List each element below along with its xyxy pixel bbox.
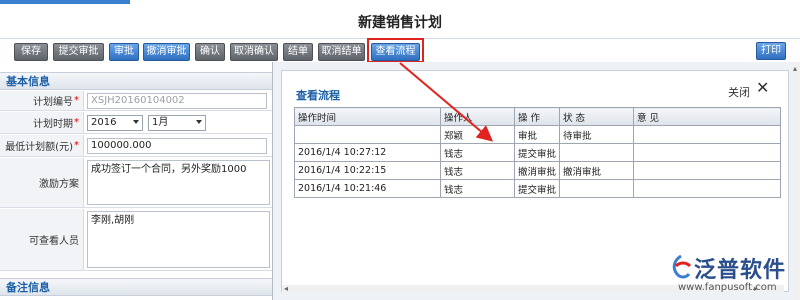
print-button[interactable]: 打印 xyxy=(756,42,786,60)
close-icon[interactable]: ✕ xyxy=(756,80,769,96)
cell-action: 提交审批 xyxy=(513,179,561,198)
col-header-status: 状 态 xyxy=(559,107,635,126)
submit-approval-button[interactable]: 提交审批 xyxy=(53,43,104,61)
chevron-down-icon xyxy=(133,120,139,124)
page-title: 新建销售计划 xyxy=(358,15,442,31)
cell-time: 2016/1/4 10:22:15 xyxy=(294,161,441,180)
logo-name: 泛普软件 xyxy=(694,258,787,283)
modal-title: 查看流程 xyxy=(296,89,340,102)
plan-number-label: 计划编号 * xyxy=(0,91,84,110)
chevron-down-icon xyxy=(196,120,202,124)
cell-time: 2016/1/4 10:27:12 xyxy=(294,143,441,162)
cell-comment xyxy=(633,143,782,162)
col-header-comment: 意 见 xyxy=(633,107,782,126)
incentive-row: 激励方案 成功签订一个合同，另外奖励1000 xyxy=(0,158,272,208)
cell-time: 2016/1/4 10:21:46 xyxy=(294,179,441,198)
scroll-left-icon[interactable]: ◂ xyxy=(284,284,288,293)
cell-comment xyxy=(633,179,782,198)
confirm-button[interactable]: 确认 xyxy=(195,43,225,61)
col-header-time: 操作时间 xyxy=(294,107,441,126)
approve-button[interactable]: 审批 xyxy=(109,43,139,61)
table-row: 2016/1/4 10:27:12 钱志 提交审批 xyxy=(294,143,782,162)
section-basic-info: 基本信息 xyxy=(0,72,272,90)
cell-status: 待审批 xyxy=(559,125,635,144)
cell-action: 审批 xyxy=(513,125,561,144)
cancel-close-order-button[interactable]: 取消结单 xyxy=(318,43,365,61)
cell-operator: 郑颖 xyxy=(440,125,515,144)
flow-table: 操作时间 操作人 操 作 状 态 意 见 郑颖 审批 待审批 2016/1/4 … xyxy=(294,107,782,198)
incentive-label: 激励方案 xyxy=(0,158,84,207)
year-select[interactable]: 2016 xyxy=(87,115,143,131)
cell-comment xyxy=(633,125,782,144)
plan-number-field[interactable]: XSJH20160104002 xyxy=(87,93,267,109)
revoke-approval-button[interactable]: 撤消审批 xyxy=(143,43,190,61)
cell-operator: 钱志 xyxy=(440,179,515,198)
save-button[interactable]: 保存 xyxy=(14,43,48,61)
highlight-box xyxy=(367,38,424,63)
min-amount-row: 最低计划额(元) * 100000.000 xyxy=(0,135,272,157)
close-link[interactable]: 关闭 xyxy=(728,84,750,100)
table-row: 2016/1/4 10:22:15 钱志 撤消审批 撤消审批 xyxy=(294,161,782,180)
table-header-row: 操作时间 操作人 操 作 状 态 意 见 xyxy=(294,107,782,126)
cell-action: 提交审批 xyxy=(513,143,561,162)
viewers-textarea[interactable]: 李刚,胡刚 xyxy=(87,211,270,268)
cell-status xyxy=(559,179,635,198)
close-order-button[interactable]: 结单 xyxy=(283,43,313,61)
viewers-row: 可查看人员 李刚,胡刚 xyxy=(0,209,272,271)
viewers-label: 可查看人员 xyxy=(0,209,84,270)
col-header-action: 操 作 xyxy=(513,107,561,126)
section-notes: 备注信息 xyxy=(0,278,272,296)
col-header-operator: 操作人 xyxy=(440,107,515,126)
cell-operator: 钱志 xyxy=(440,161,515,180)
brand-logo: 泛普软件 www.fanpusoft.com xyxy=(668,252,796,298)
plan-number-row: 计划编号 * XSJH20160104002 xyxy=(0,91,272,111)
cell-action: 撤消审批 xyxy=(513,161,561,180)
table-row: 郑颖 审批 待审批 xyxy=(294,125,782,144)
cell-status xyxy=(559,143,635,162)
top-progress-bar xyxy=(0,0,130,4)
table-row: 2016/1/4 10:21:46 钱志 提交审批 xyxy=(294,179,782,198)
min-amount-label: 最低计划额(元) * xyxy=(0,135,84,156)
cell-time xyxy=(294,125,441,144)
cancel-confirm-button[interactable]: 取消确认 xyxy=(230,43,278,61)
incentive-textarea[interactable]: 成功签订一个合同，另外奖励1000 xyxy=(87,160,270,205)
logo-url: www.fanpusoft.com xyxy=(678,282,777,293)
cell-comment xyxy=(633,161,782,180)
logo-icon xyxy=(672,254,692,279)
cell-status: 撤消审批 xyxy=(559,161,635,180)
cell-operator: 钱志 xyxy=(440,143,515,162)
scroll-up-icon[interactable]: ▴ xyxy=(793,64,797,73)
plan-period-label: 计划时期 * xyxy=(0,112,84,133)
plan-period-row: 计划时期 * 2016 1月 xyxy=(0,112,272,134)
month-select[interactable]: 1月 xyxy=(148,115,206,131)
min-amount-field[interactable]: 100000.000 xyxy=(87,138,267,154)
